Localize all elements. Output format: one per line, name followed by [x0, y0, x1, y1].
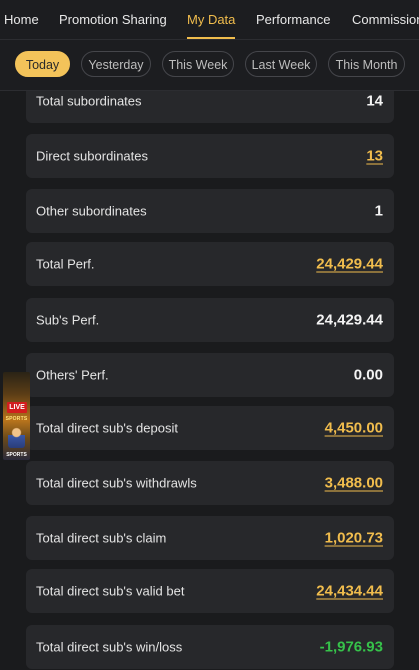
tab-promotion-sharing[interactable]: Promotion Sharing: [59, 0, 167, 39]
stat-row-other-subordinates: Other subordinates 1: [26, 189, 394, 233]
stat-value-link[interactable]: 4,450.00: [325, 420, 383, 437]
stat-value-link[interactable]: 13: [366, 148, 383, 165]
tab-performance[interactable]: Performance: [256, 0, 330, 39]
banner-subtitle: SPORTS: [5, 416, 28, 422]
stat-row-direct-subordinates: Direct subordinates 13: [26, 134, 394, 178]
stat-label: Sub's Perf.: [36, 312, 100, 328]
filter-last-week[interactable]: Last Week: [245, 51, 317, 77]
live-badge: LIVE: [7, 402, 27, 413]
stat-label: Total subordinates: [36, 93, 142, 109]
stat-value-link[interactable]: 3,488.00: [325, 475, 383, 492]
stat-value: 24,429.44: [316, 311, 383, 329]
stat-label: Other subordinates: [36, 203, 147, 219]
app-root: Home Promotion Sharing My Data Performan…: [0, 0, 419, 670]
stat-value: 1: [374, 202, 383, 220]
stat-label: Total direct sub's win/loss: [36, 639, 183, 655]
live-sports-banner[interactable]: LIVE SPORTS SPORTS: [3, 372, 30, 460]
stat-label: Total Perf.: [36, 256, 95, 272]
stat-label: Total direct sub's claim: [36, 530, 167, 546]
stat-row-direct-deposit: Total direct sub's deposit 4,450.00: [26, 406, 394, 450]
filter-yesterday[interactable]: Yesterday: [81, 51, 151, 77]
stat-value: 0.00: [353, 366, 383, 384]
stat-value-link[interactable]: 24,434.44: [316, 583, 383, 600]
stat-label: Total direct sub's valid bet: [36, 583, 185, 599]
filter-this-month[interactable]: This Month: [328, 51, 405, 77]
tab-commission[interactable]: Commission: [352, 0, 419, 39]
stat-row-direct-win-loss: Total direct sub's win/loss -1,976.93: [26, 625, 394, 669]
stat-value-link[interactable]: 1,020.73: [325, 530, 383, 547]
stat-value-link[interactable]: 24,429.44: [316, 256, 383, 273]
tab-home[interactable]: Home: [4, 0, 39, 39]
filter-this-week[interactable]: This Week: [162, 51, 234, 77]
stat-label: Total direct sub's deposit: [36, 420, 178, 436]
stat-label: Total direct sub's withdrawls: [36, 475, 197, 491]
stat-row-direct-withdrawls: Total direct sub's withdrawls 3,488.00: [26, 461, 394, 505]
stats-list: Total subordinates 14 Direct subordinate…: [0, 91, 419, 670]
stat-label: Direct subordinates: [36, 148, 148, 164]
stat-row-subs-perf: Sub's Perf. 24,429.44: [26, 298, 394, 342]
stat-row-total-perf: Total Perf. 24,429.44: [26, 242, 394, 286]
stat-row-total-subordinates: Total subordinates 14: [26, 91, 394, 123]
stat-value-negative: -1,976.93: [319, 638, 383, 656]
banner-footer: SPORTS: [6, 452, 27, 458]
top-nav: Home Promotion Sharing My Data Performan…: [0, 0, 419, 40]
stat-row-direct-valid-bet: Total direct sub's valid bet 24,434.44: [26, 569, 394, 613]
tab-my-data[interactable]: My Data: [187, 0, 236, 39]
date-filter-bar: Today Yesterday This Week Last Week This…: [0, 40, 419, 91]
stat-label: Others' Perf.: [36, 367, 109, 383]
stat-row-others-perf: Others' Perf. 0.00: [26, 353, 394, 397]
stat-value: 14: [366, 92, 383, 110]
athlete-icon: [8, 426, 25, 448]
filter-today[interactable]: Today: [15, 51, 70, 77]
stat-row-direct-claim: Total direct sub's claim 1,020.73: [26, 516, 394, 560]
